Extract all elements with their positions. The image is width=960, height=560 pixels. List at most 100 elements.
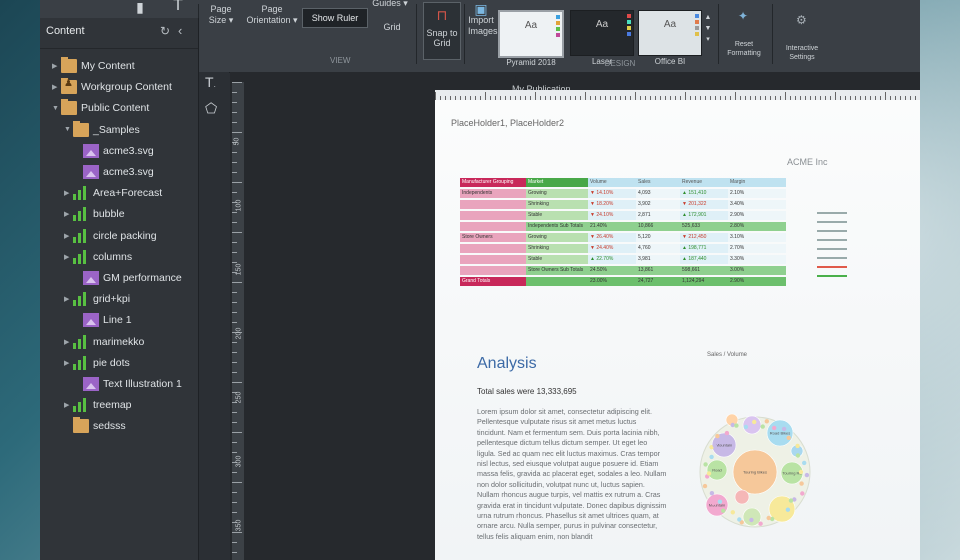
ruler-tick — [232, 192, 237, 193]
tree-item[interactable]: ▶ pie dots — [64, 353, 130, 373]
table-header-cell[interactable]: Revenue — [680, 178, 728, 187]
tree-item[interactable]: sedsss — [64, 416, 126, 436]
table-cell: 2.90% — [728, 277, 786, 286]
table-cell — [460, 244, 526, 253]
tree-item[interactable]: acme3.svg — [74, 141, 154, 161]
collapsed-arrow-icon[interactable]: ▶ — [64, 210, 73, 218]
collapsed-arrow-icon[interactable]: ▶ — [64, 359, 73, 367]
ruler-tick — [232, 282, 242, 283]
reset-formatting-button[interactable]: ✦ Reset Formatting — [720, 10, 768, 58]
shape-tool-icon[interactable]: ⬠ — [205, 100, 217, 117]
tree-item[interactable]: ▶ circle packing — [64, 226, 157, 246]
table-row[interactable]: Store Owners Growing ▼ 26.40% 5,120 ▼ 212,45… — [460, 233, 810, 242]
text-frame-tool-icon[interactable]: T. — [205, 74, 216, 90]
collapsed-arrow-icon[interactable]: ▶ — [64, 295, 73, 303]
collapse-panel-icon[interactable]: ‹ — [178, 23, 182, 38]
paste-button[interactable]: ▮ — [130, 0, 150, 18]
tree-item[interactable]: ▶ treemap — [64, 395, 132, 415]
small-bubble — [717, 499, 723, 504]
tree-item[interactable]: ▶ grid+kpi — [64, 289, 130, 309]
tree-item[interactable]: Text Illustration 1 — [74, 374, 182, 394]
ruler-tick — [232, 222, 237, 223]
table-row[interactable]: Shrinking ▼ 18.20% 3,902 ▼ 201,322 3.40% — [460, 200, 810, 209]
theme-office-bi[interactable]: Aa Office BI — [638, 10, 702, 66]
small-bubble — [772, 425, 777, 431]
publication-page[interactable]: PlaceHolder1, PlaceHolder2 ACME Inc Manu… — [435, 100, 920, 560]
collapsed-arrow-icon[interactable]: ▶ — [64, 401, 73, 409]
tree-item[interactable]: ▶ columns — [64, 247, 132, 267]
ruler-tick — [585, 92, 586, 100]
table-cell — [460, 255, 526, 264]
ruler-tick — [232, 162, 237, 163]
table-row[interactable]: Stable ▼ 24.10% 2,871 ▲ 172,901 2.90% — [460, 211, 810, 220]
tree-item-label: Workgroup Content — [81, 81, 172, 94]
pivot-table[interactable]: Manufacturer Grouping Market Volume Sales Re… — [460, 178, 810, 290]
collapsed-arrow-icon[interactable]: ▶ — [52, 62, 61, 70]
grid-button[interactable]: Grid — [374, 22, 410, 33]
table-header-cell[interactable]: Market — [526, 178, 588, 187]
collapsed-arrow-icon[interactable]: ▶ — [52, 83, 61, 91]
theme-scroll-buttons[interactable]: ▲ ▼ ▾ — [704, 12, 712, 45]
page-size-button[interactable]: Page Size ▾ — [204, 4, 238, 26]
table-header-cell[interactable]: Volume — [588, 178, 636, 187]
tree-item[interactable]: GM performance — [74, 268, 182, 288]
table-cell: 3.30% — [728, 255, 786, 264]
ribbon-divider — [718, 4, 719, 64]
ruler-tick — [835, 92, 836, 100]
tree-item[interactable]: ▼ _Samples — [64, 120, 140, 140]
table-row[interactable]: Stable ▲ 22.70% 3,981 ▲ 187,440 3.30% — [460, 255, 810, 264]
import-images-button[interactable]: ▣ Import Images — [468, 1, 498, 37]
reset-icon: ✦ — [738, 9, 749, 23]
guides-button[interactable]: Guides ▾ — [368, 0, 412, 9]
page-orientation-button[interactable]: Page Orientation ▾ — [246, 4, 298, 26]
tree-item[interactable]: ▶ marimekko — [64, 332, 144, 352]
collapsed-arrow-icon[interactable]: ▶ — [64, 232, 73, 240]
text-tool-button[interactable]: T — [168, 0, 188, 14]
small-bubble — [758, 521, 763, 526]
table-row[interactable]: Independents Growing ▼ 14.10% 4,093 ▲ 151,41… — [460, 189, 810, 198]
theme-pyramid-2018[interactable]: Aa Pyramid 2018 — [498, 10, 564, 67]
table-cell: ▼ 212,450 — [680, 233, 728, 242]
theme-color-dots — [695, 14, 699, 38]
ruler-number: 200 — [235, 327, 243, 340]
sparkline-row — [817, 244, 887, 253]
table-header-cell[interactable]: Manufacturer Grouping — [460, 178, 526, 187]
circle-packing-chart[interactable]: Touring BikesRoad BikesMountainRoadTouri… — [697, 385, 812, 560]
tree-item-label: Area+Forecast — [93, 187, 163, 200]
expanded-arrow-icon[interactable]: ▼ — [52, 105, 61, 112]
expanded-arrow-icon[interactable]: ▼ — [64, 126, 73, 133]
tree-item[interactable]: ▶ Workgroup Content — [52, 77, 172, 97]
image-icon: ▣ — [474, 1, 488, 17]
snap-to-grid-button[interactable]: ⊓ Snap to Grid — [423, 2, 461, 60]
table-row[interactable]: Independents Sub Totals 21.40% 10,866 525,6… — [460, 222, 810, 231]
interactive-settings-button[interactable]: ⚙ Interactive Settings — [776, 14, 828, 62]
collapsed-arrow-icon[interactable]: ▶ — [64, 189, 73, 197]
tree-item[interactable]: Line 1 — [74, 310, 132, 330]
table-row[interactable]: Store Owners Sub Totals 24.50% 13,861 598,6… — [460, 266, 810, 275]
tree-item[interactable]: ▶ bubble — [64, 204, 125, 224]
small-bubble — [786, 435, 791, 440]
bubble[interactable] — [734, 489, 750, 505]
ruler-tick — [885, 92, 886, 100]
ruler-tick — [635, 92, 636, 100]
image-icon — [83, 271, 99, 285]
bubble[interactable] — [742, 507, 762, 527]
ruler-tick — [232, 152, 237, 153]
tree-item[interactable]: ▶ Area+Forecast — [64, 183, 162, 203]
collapsed-arrow-icon[interactable]: ▶ — [64, 338, 73, 346]
small-bubble — [802, 460, 807, 466]
table-cell: 525,633 — [680, 222, 728, 231]
theme-laser[interactable]: Aa Laser — [570, 10, 634, 66]
tree-item[interactable]: ▼ Public Content — [52, 98, 149, 118]
table-cell: ▲ 198,771 — [680, 244, 728, 253]
tree-item[interactable]: ▶ My Content — [52, 56, 135, 76]
table-row[interactable]: Grand Totals 23.00% 24,727 1,124,294 2.90% — [460, 277, 810, 286]
bar-chart-icon — [73, 355, 89, 370]
table-header-cell[interactable]: Margin — [728, 178, 786, 187]
tree-item[interactable]: acme3.svg — [74, 162, 154, 182]
collapsed-arrow-icon[interactable]: ▶ — [64, 253, 73, 261]
table-header-cell[interactable]: Sales — [636, 178, 680, 187]
show-ruler-button[interactable]: Show Ruler — [302, 8, 368, 28]
table-row[interactable]: Shrinking ▼ 24.40% 4,760 ▲ 198,771 2.70% — [460, 244, 810, 253]
refresh-icon[interactable]: ↻ — [160, 24, 170, 38]
